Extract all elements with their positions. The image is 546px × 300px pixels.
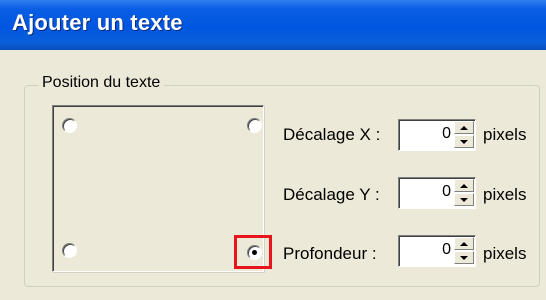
spin-up-button[interactable] <box>454 237 474 250</box>
arrow-down-icon <box>460 197 468 202</box>
depth-spinner[interactable] <box>454 237 474 265</box>
radio-top-right[interactable] <box>247 118 262 133</box>
offset-x-input[interactable]: 0 <box>398 119 476 151</box>
spin-up-button[interactable] <box>454 179 474 192</box>
offset-x-spinner[interactable] <box>454 121 474 149</box>
spin-down-button[interactable] <box>454 193 474 206</box>
offset-y-value: 0 <box>442 183 451 200</box>
offset-y-spinner[interactable] <box>454 179 474 207</box>
radio-top-left[interactable] <box>62 118 77 133</box>
title-bar[interactable]: Ajouter un texte <box>0 0 546 50</box>
offset-x-label: Décalage X : <box>283 125 381 144</box>
offset-y-unit: pixels <box>483 185 527 204</box>
spin-down-button[interactable] <box>454 135 474 148</box>
offset-y-label: Décalage Y : <box>283 185 380 204</box>
spin-up-button[interactable] <box>454 121 474 134</box>
arrow-up-icon <box>460 125 468 130</box>
offset-x-unit: pixels <box>483 125 527 144</box>
spin-down-button[interactable] <box>454 251 474 264</box>
selection-highlight <box>234 235 272 269</box>
arrow-down-icon <box>460 255 468 260</box>
offset-y-input[interactable]: 0 <box>398 177 476 209</box>
depth-value: 0 <box>442 241 451 258</box>
position-selector-panel <box>52 105 264 272</box>
depth-unit: pixels <box>483 244 527 263</box>
window-title: Ajouter un texte <box>12 10 183 35</box>
arrow-down-icon <box>460 139 468 144</box>
arrow-up-icon <box>460 241 468 246</box>
offset-x-value: 0 <box>442 125 451 142</box>
group-legend: Position du texte <box>38 74 165 92</box>
depth-label: Profondeur : <box>283 244 377 263</box>
arrow-up-icon <box>460 183 468 188</box>
depth-input[interactable]: 0 <box>398 235 476 267</box>
radio-bottom-left[interactable] <box>62 243 77 258</box>
